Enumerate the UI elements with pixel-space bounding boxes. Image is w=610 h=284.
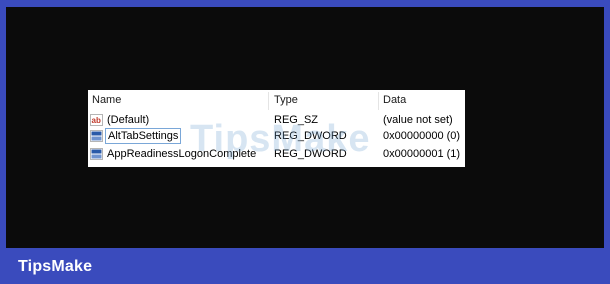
value-type: REG_SZ <box>274 114 319 126</box>
registry-value-row[interactable]: ab (Default) REG_SZ (value not set) <box>88 112 465 128</box>
registry-value-row[interactable]: AppReadinessLogonComplete REG_DWORD 0x00… <box>88 146 465 162</box>
brand-logo: TipsMake <box>18 258 93 275</box>
column-header-name[interactable]: Name <box>92 90 121 110</box>
column-divider[interactable] <box>378 92 379 110</box>
string-value-icon: ab <box>90 114 103 126</box>
value-data: 0x00000001 (1) <box>383 148 461 160</box>
value-data: (value not set) <box>383 114 453 126</box>
list-header: Name Type Data <box>88 90 465 110</box>
value-type: REG_DWORD <box>274 130 347 142</box>
value-type: REG_DWORD <box>274 148 347 160</box>
svg-text:ab: ab <box>92 116 101 125</box>
dword-value-icon <box>90 130 103 142</box>
value-name: AppReadinessLogonComplete <box>107 148 257 160</box>
column-header-data[interactable]: Data <box>383 90 406 110</box>
rename-input[interactable]: AltTabSettings <box>105 128 182 144</box>
value-data: 0x00000000 (0) <box>383 130 461 142</box>
column-divider[interactable] <box>268 92 269 110</box>
registry-values-list: Name Type Data ab (Default) REG_SZ (valu… <box>88 90 465 167</box>
column-header-type[interactable]: Type <box>274 90 298 110</box>
dword-value-icon <box>90 148 103 160</box>
registry-value-row[interactable]: AltTabSettings REG_DWORD 0x00000000 (0) <box>88 128 465 144</box>
value-name: (Default) <box>107 114 150 126</box>
